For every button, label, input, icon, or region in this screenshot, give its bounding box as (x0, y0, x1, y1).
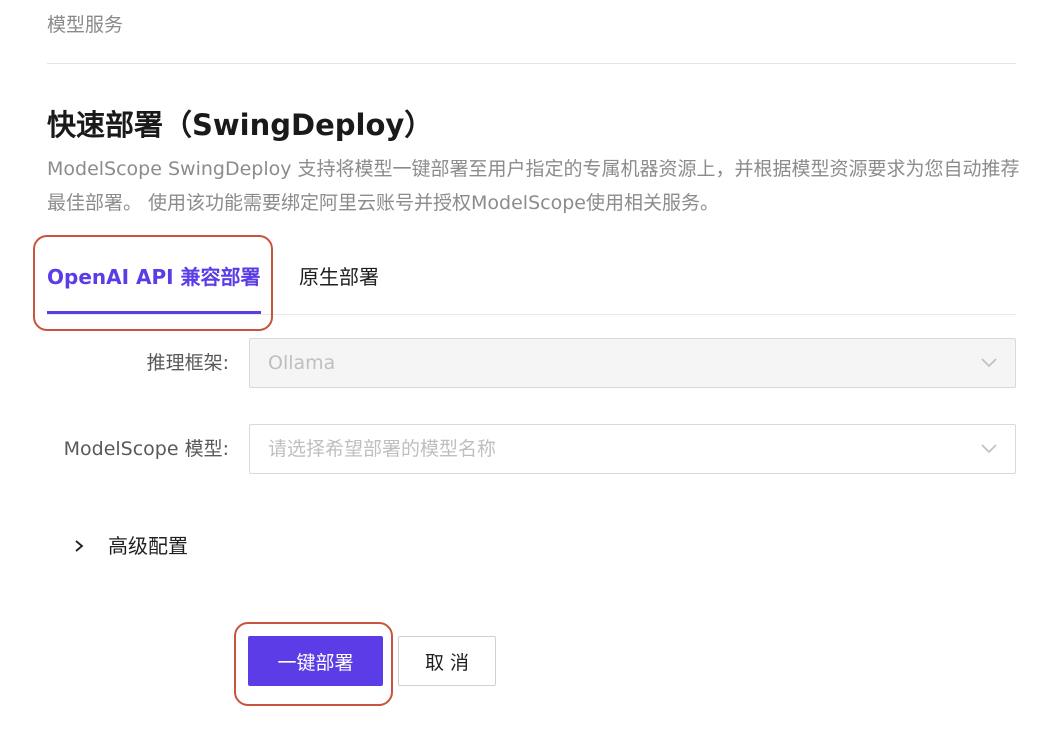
chevron-right-icon (75, 539, 84, 552)
model-row: ModelScope 模型: 请选择希望部署的模型名称 (47, 424, 1016, 474)
header-divider (47, 63, 1016, 64)
tab-native-deploy[interactable]: 原生部署 (299, 240, 379, 314)
tab-openai-compatible-label: OpenAI API 兼容部署 (47, 265, 261, 289)
page-title: 快速部署（SwingDeploy） (47, 108, 434, 142)
deploy-button[interactable]: 一键部署 (248, 636, 383, 686)
deploy-tabs: OpenAI API 兼容部署 原生部署 (47, 240, 1016, 315)
breadcrumb: 模型服务 (47, 14, 124, 36)
framework-select[interactable]: Ollama (249, 338, 1016, 388)
advanced-config-label: 高级配置 (108, 534, 188, 558)
tab-native-deploy-label: 原生部署 (299, 265, 379, 289)
model-placeholder: 请选择希望部署的模型名称 (268, 438, 497, 460)
model-label: ModelScope 模型: (63, 438, 229, 460)
page-description: ModelScope SwingDeploy 支持将模型一键部署至用户指定的专属… (47, 158, 1020, 214)
framework-row: 推理框架: Ollama (47, 338, 1016, 388)
tab-openai-compatible[interactable]: OpenAI API 兼容部署 (47, 240, 261, 314)
advanced-config-toggle[interactable]: 高级配置 (72, 528, 188, 564)
cancel-button[interactable]: 取 消 (398, 636, 496, 686)
framework-value: Ollama (268, 352, 336, 374)
model-select[interactable]: 请选择希望部署的模型名称 (249, 424, 1016, 474)
chevron-down-icon (981, 444, 997, 454)
chevron-down-icon (981, 358, 997, 368)
active-tab-indicator (47, 311, 261, 314)
framework-label: 推理框架: (146, 352, 229, 374)
